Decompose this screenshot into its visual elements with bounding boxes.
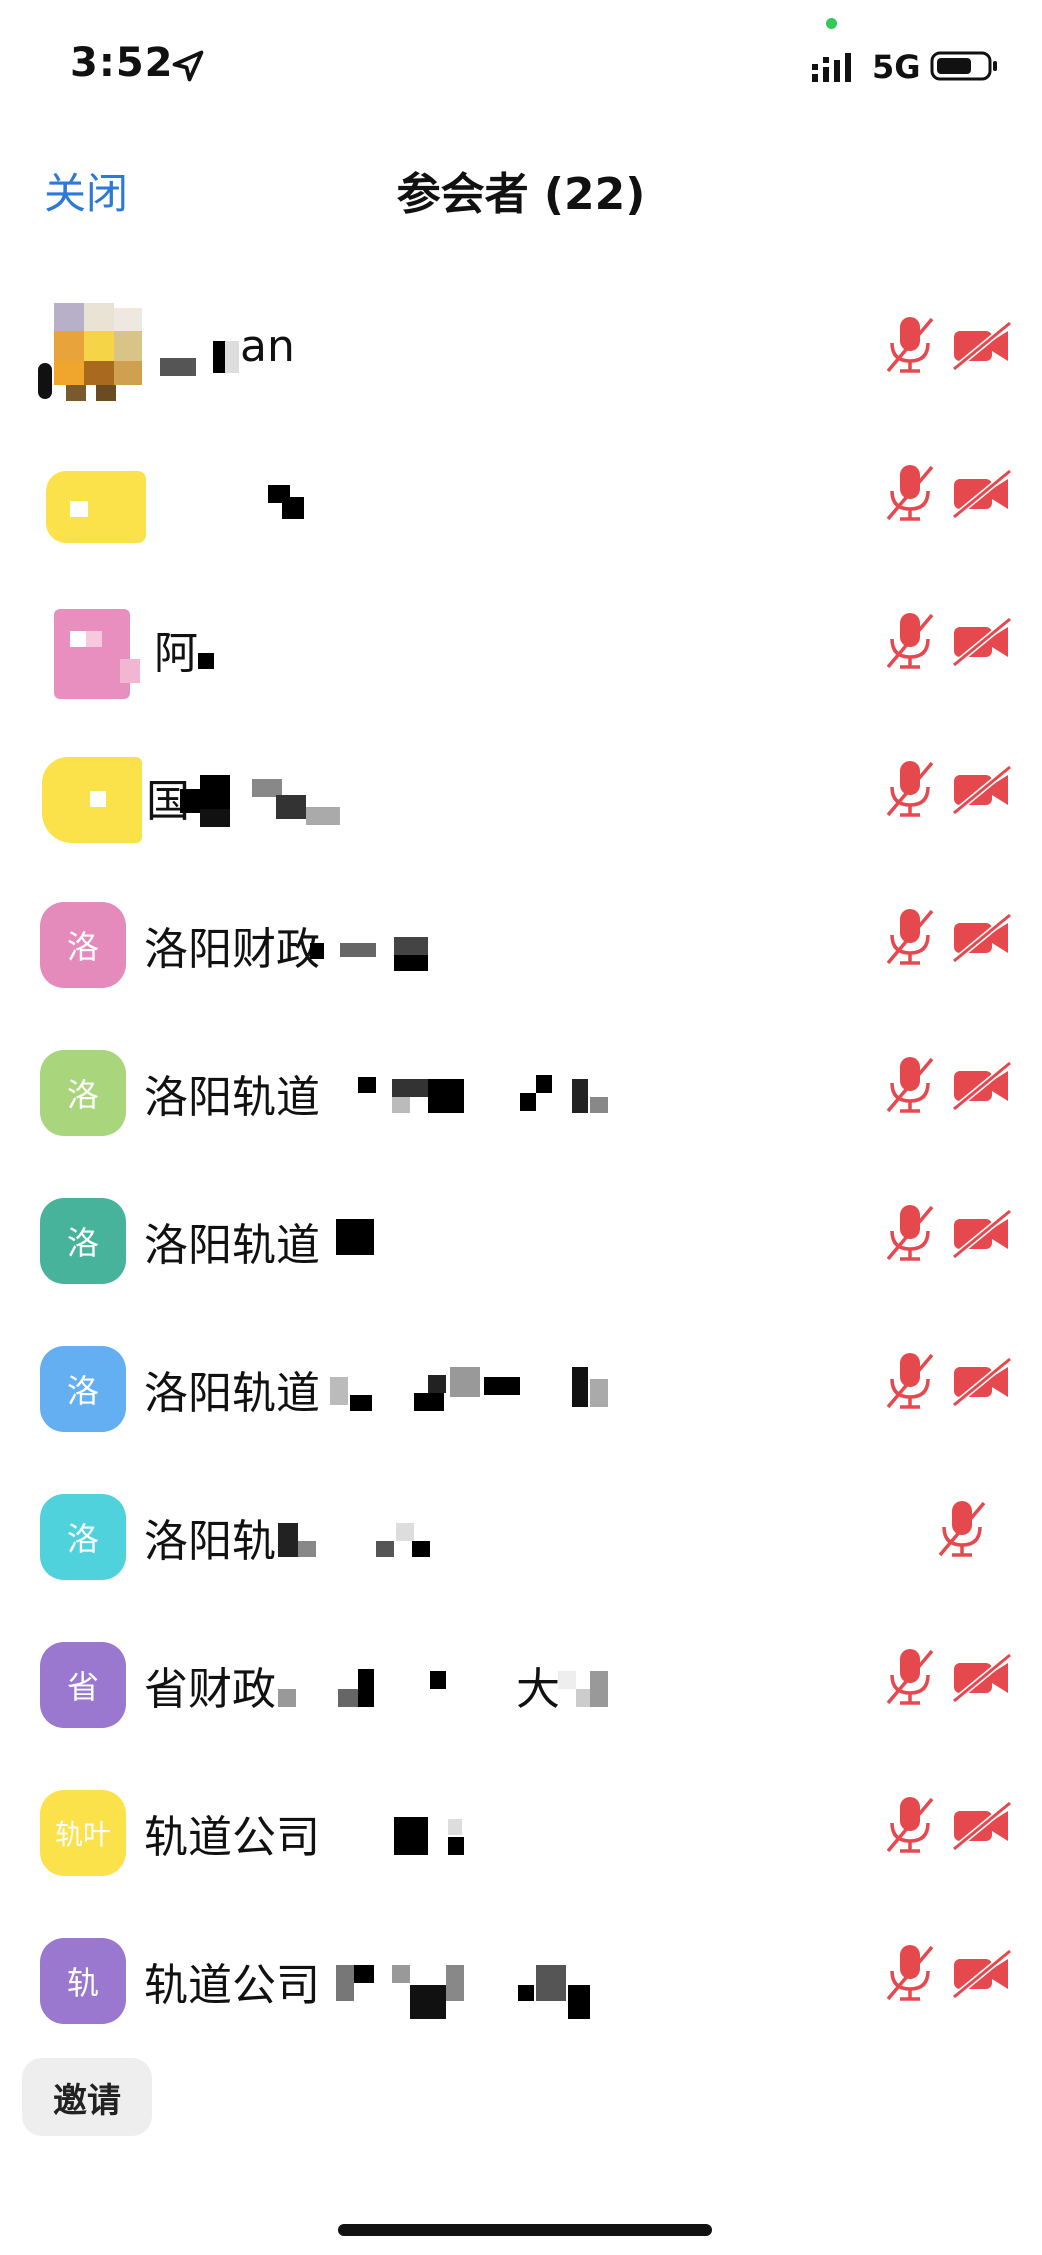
participant-row[interactable]: 国	[0, 717, 1042, 865]
video-off-icon	[952, 320, 1012, 372]
video-off-icon	[952, 764, 1012, 816]
participant-row[interactable]: 阿	[0, 569, 1042, 717]
participant-row[interactable]	[0, 421, 1042, 569]
participant-name: 洛阳轨	[144, 1516, 276, 1567]
status-bar: 3:52 5G	[0, 0, 1042, 120]
participant-name: 阿	[154, 628, 198, 679]
video-off-icon	[952, 1800, 1012, 1852]
participant-row[interactable]: 洛 洛阳轨道	[0, 1161, 1042, 1309]
video-off-icon	[952, 1060, 1012, 1112]
battery-icon	[930, 51, 997, 81]
participant-name: 洛阳财政	[144, 924, 320, 975]
mic-muted-icon	[886, 1353, 934, 1409]
participant-name: 洛阳轨道	[144, 1220, 320, 1271]
mic-muted-icon	[886, 1649, 934, 1705]
participant-row[interactable]: 洛 洛阳轨道	[0, 1309, 1042, 1457]
participant-row[interactable]: 省 省财政 大	[0, 1605, 1042, 1753]
participant-name: 洛阳轨道	[144, 1368, 320, 1419]
mic-muted-icon	[886, 465, 934, 521]
participant-avatar	[36, 451, 146, 561]
cellular-signal-icon	[812, 53, 851, 82]
participant-avatar: 洛	[40, 1346, 126, 1432]
participant-avatar	[36, 599, 146, 709]
participant-name: 省财政	[144, 1664, 276, 1715]
navigation-header: 关闭 参会者 (22)	[0, 140, 1042, 230]
participant-row[interactable]: 洛 洛阳轨	[0, 1457, 1042, 1605]
mic-muted-icon	[886, 1057, 934, 1113]
participant-avatar: 轨	[40, 1938, 126, 2024]
participant-name: an	[240, 321, 295, 372]
participant-list: an 阿 国 洛 洛阳财政 洛 洛阳轨道 洛 洛阳轨道 洛 洛阳轨道 洛 洛阳轨…	[0, 273, 1042, 2049]
video-off-icon	[952, 1948, 1012, 2000]
privacy-indicator-dot	[826, 18, 837, 29]
participant-avatar	[36, 747, 146, 857]
participant-row[interactable]: 轨叶 轨道公司	[0, 1753, 1042, 1901]
name-fragment-text: 大	[516, 1664, 560, 1715]
participant-avatar	[36, 303, 146, 413]
participant-name: 洛阳轨道	[144, 1072, 320, 1123]
participant-row[interactable]: 洛 洛阳财政	[0, 865, 1042, 1013]
mic-muted-icon	[886, 1797, 934, 1853]
mic-muted-icon	[886, 613, 934, 669]
participant-avatar: 省	[40, 1642, 126, 1728]
participant-avatar: 洛	[40, 902, 126, 988]
participant-name: 轨道公司	[144, 1960, 320, 2011]
participant-row[interactable]: 轨 轨道公司	[0, 1901, 1042, 2049]
participant-avatar: 洛	[40, 1494, 126, 1580]
location-arrow-icon	[172, 50, 204, 82]
video-off-icon	[952, 468, 1012, 520]
mic-muted-icon	[886, 761, 934, 817]
participant-row[interactable]: an	[0, 273, 1042, 421]
mic-muted-icon	[886, 909, 934, 965]
participant-avatar: 洛	[40, 1198, 126, 1284]
home-indicator[interactable]	[338, 2224, 712, 2236]
video-off-icon	[952, 1652, 1012, 1704]
mic-muted-icon	[886, 317, 934, 373]
video-off-icon	[952, 1208, 1012, 1260]
video-off-icon	[952, 616, 1012, 668]
participant-avatar: 洛	[40, 1050, 126, 1136]
video-off-icon	[952, 1356, 1012, 1408]
invite-button[interactable]: 邀请	[22, 2058, 152, 2136]
status-time: 3:52	[70, 40, 174, 86]
video-off-icon	[952, 912, 1012, 964]
participant-row[interactable]: 洛 洛阳轨道	[0, 1013, 1042, 1161]
page-title: 参会者 (22)	[396, 169, 646, 220]
mic-muted-icon	[886, 1205, 934, 1261]
mic-muted-icon	[938, 1501, 986, 1557]
network-type-label: 5G	[872, 48, 921, 86]
participant-name: 轨道公司	[144, 1812, 320, 1863]
participant-avatar: 轨叶	[40, 1790, 126, 1876]
mic-muted-icon	[886, 1945, 934, 2001]
